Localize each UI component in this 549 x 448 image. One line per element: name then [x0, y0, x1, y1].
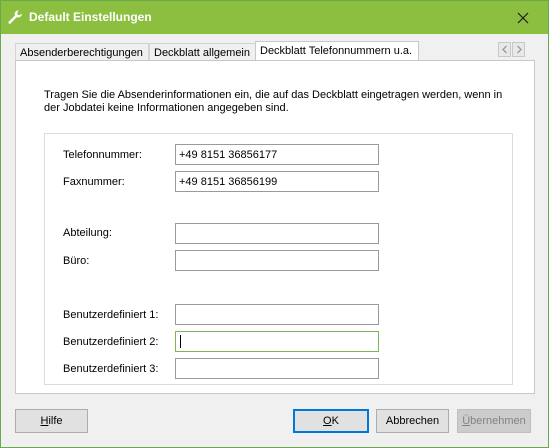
- ok-mnemonic: O: [323, 415, 332, 427]
- tab-scroll-right[interactable]: [512, 42, 525, 57]
- label-benutzerdefiniert-1: Benutzerdefiniert 1:: [63, 309, 159, 321]
- ok-button[interactable]: OK: [293, 409, 369, 433]
- telefonnummer-input[interactable]: [175, 144, 379, 165]
- fields-group: Telefonnummer: Faxnummer: Abteilung: Bür…: [44, 133, 513, 385]
- label-benutzerdefiniert-3: Benutzerdefiniert 3:: [63, 363, 159, 375]
- ok-label: K: [331, 415, 339, 427]
- cancel-label: Abbrechen: [385, 415, 440, 427]
- label-abteilung: Abteilung:: [63, 227, 112, 239]
- help-label: ilfe: [48, 415, 63, 427]
- description-text: Tragen Sie die Absenderinformationen ein…: [44, 89, 503, 114]
- text-caret: [180, 335, 181, 348]
- tab-deckblatt-allgemein[interactable]: Deckblatt allgemein: [149, 43, 256, 61]
- window-title: Default Einstellungen: [29, 10, 152, 24]
- cancel-button[interactable]: Abbrechen: [376, 409, 449, 433]
- tab-deckblatt-telefonnummern[interactable]: Deckblatt Telefonnummern u.a.: [255, 41, 419, 62]
- benutzerdefiniert-3-input[interactable]: [175, 358, 379, 379]
- tab-label: Deckblatt Telefonnummern u.a.: [260, 45, 413, 57]
- buero-input[interactable]: [175, 250, 379, 271]
- apply-label: bernehmen: [470, 415, 526, 427]
- settings-dialog: Default Einstellungen Absenderberechtigu…: [0, 0, 549, 448]
- help-button[interactable]: Hilfe: [15, 409, 88, 433]
- tab-label: Absenderberechtigungen: [20, 47, 143, 59]
- label-faxnummer: Faxnummer:: [63, 176, 125, 188]
- tab-absenderberechtigungen[interactable]: Absenderberechtigungen: [15, 43, 149, 61]
- close-icon[interactable]: [514, 9, 532, 27]
- apply-button[interactable]: Übernehmen: [457, 409, 531, 433]
- tab-page: Tragen Sie die Absenderinformationen ein…: [15, 60, 535, 394]
- title-bar: Default Einstellungen: [1, 1, 548, 34]
- label-telefonnummer: Telefonnummer:: [63, 149, 142, 161]
- abteilung-input[interactable]: [175, 223, 379, 244]
- benutzerdefiniert-2-input[interactable]: [175, 331, 379, 352]
- apply-mnemonic: Ü: [462, 415, 471, 427]
- benutzerdefiniert-1-input[interactable]: [175, 304, 379, 325]
- wrench-icon: [7, 9, 23, 25]
- label-buero: Büro:: [63, 255, 90, 267]
- label-benutzerdefiniert-2: Benutzerdefiniert 2:: [63, 336, 159, 348]
- tab-label: Deckblatt allgemein: [154, 47, 250, 59]
- tab-strip: Absenderberechtigungen Deckblatt allgeme…: [15, 41, 535, 62]
- tab-scroll-left[interactable]: [498, 42, 511, 57]
- faxnummer-input[interactable]: [175, 171, 379, 192]
